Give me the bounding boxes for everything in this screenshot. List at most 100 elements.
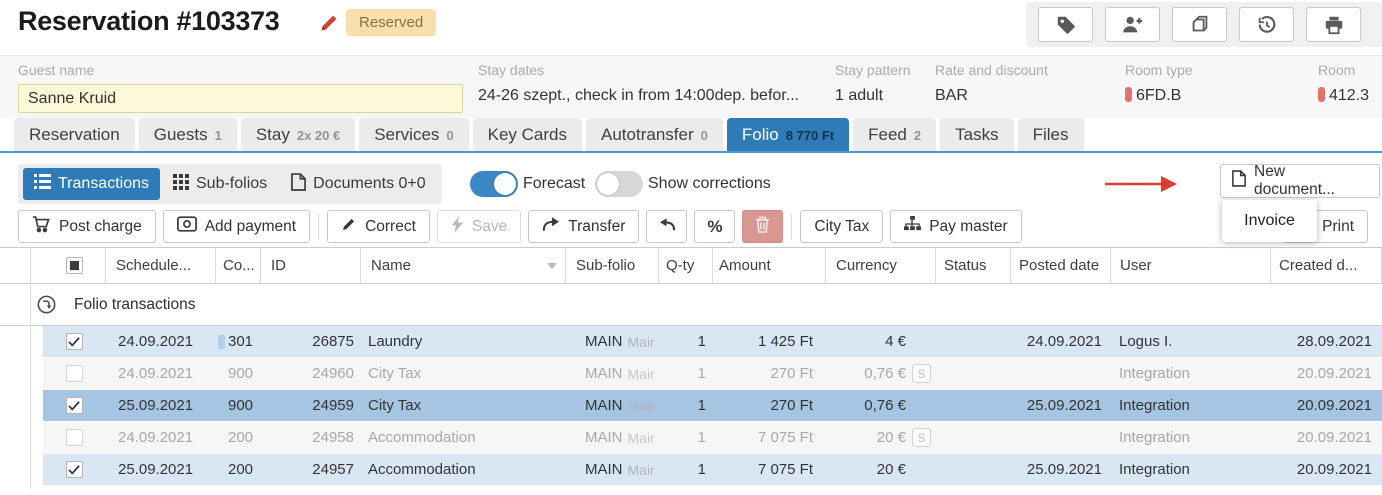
code-marker — [218, 335, 225, 349]
transfer-button[interactable]: Transfer — [528, 210, 639, 243]
cell-posted-date: 24.09.2021 — [1010, 326, 1110, 357]
tab-autotransfer[interactable]: Autotransfer0 — [586, 118, 723, 153]
room-field[interactable]: Room 412.3 — [1318, 62, 1369, 105]
cell-subfolio: MAINMair — [565, 454, 658, 485]
add-guest-button[interactable] — [1105, 7, 1160, 42]
table-row[interactable]: 24.09.2021 900 24960 City Tax MAINMair 1… — [0, 358, 1382, 390]
view-label: Documents 0+0 — [313, 175, 426, 193]
row-checkbox[interactable] — [66, 365, 83, 382]
active-tab-underline — [0, 151, 1382, 153]
column-header-status[interactable]: Status — [935, 248, 1010, 283]
cell-posted-date: 25.09.2021 — [1010, 390, 1110, 421]
row-checkbox[interactable] — [66, 397, 83, 414]
stay-dates-value: 24-26 szept., check in from 14:00dep. be… — [478, 87, 799, 105]
cart-icon — [32, 215, 51, 238]
column-header-amount[interactable]: Amount — [712, 248, 825, 283]
column-header-subfolio[interactable]: Sub-folio — [565, 248, 658, 283]
tab-files[interactable]: Files — [1018, 118, 1084, 153]
tab-guests[interactable]: Guests1 — [139, 118, 237, 153]
delete-button[interactable] — [742, 210, 783, 243]
table-row[interactable]: 25.09.2021 200 24957 Accommodation MAINM… — [0, 454, 1382, 486]
tag-icon — [1055, 14, 1077, 36]
stay-dates-field[interactable]: Stay dates 24-26 szept., check in from 1… — [478, 62, 799, 105]
guest-name-label: Guest name — [18, 62, 463, 78]
group-label: Folio transactions — [74, 296, 195, 314]
cell-schedule: 24.09.2021 — [105, 326, 215, 357]
tab-label: Reservation — [29, 125, 120, 145]
post-charge-button[interactable]: Post charge — [18, 210, 156, 243]
gutter-cell — [0, 248, 30, 283]
pay-master-button[interactable]: Pay master — [890, 210, 1021, 243]
column-header-id[interactable]: ID — [260, 248, 360, 283]
copy-button[interactable] — [1172, 7, 1227, 42]
tab-tasks[interactable]: Tasks — [940, 118, 1013, 153]
correct-button[interactable]: Correct — [327, 210, 430, 243]
tag-button[interactable] — [1038, 7, 1093, 42]
history-button[interactable] — [1239, 7, 1294, 42]
copy-icon — [1189, 14, 1211, 36]
forecast-toggle-label: Forecast — [523, 175, 585, 193]
cell-user: Logus I. — [1110, 326, 1270, 357]
tab-label: Tasks — [955, 125, 998, 145]
grid-icon — [173, 174, 189, 195]
edit-title-icon[interactable] — [318, 12, 340, 34]
tab-key-cards[interactable]: Key Cards — [473, 118, 582, 153]
tab-services[interactable]: Services0 — [359, 118, 468, 153]
cell-subfolio: MAINMair — [565, 390, 658, 421]
header-toolbar — [1026, 2, 1382, 47]
row-checkbox[interactable] — [66, 333, 83, 350]
view-subfolios-button[interactable]: Sub-folios — [162, 168, 278, 201]
table-row[interactable]: 24.09.2021 200 24958 Accommodation MAINM… — [0, 422, 1382, 454]
tab-feed[interactable]: Feed2 — [853, 118, 936, 153]
undo-button[interactable] — [646, 210, 687, 243]
column-header-schedule[interactable]: Schedule... — [105, 248, 215, 283]
column-header-code[interactable]: Co... — [215, 248, 260, 283]
stay-pattern-field[interactable]: Stay pattern 1 adult — [835, 62, 911, 105]
group-row-folio-transactions[interactable]: Folio transactions — [0, 284, 1382, 326]
table-row[interactable]: 25.09.2021 900 24959 City Tax MAINMair 1… — [0, 390, 1382, 422]
column-header-created-date[interactable]: Created d... — [1270, 248, 1382, 283]
collapse-group-icon[interactable] — [37, 295, 56, 314]
folio-view-switcher: Transactions Sub-folios Documents 0+0 — [18, 164, 442, 204]
print-header-button[interactable] — [1306, 7, 1361, 42]
cell-schedule: 24.09.2021 — [105, 422, 215, 453]
cell-currency: 0,76 € — [825, 390, 935, 421]
sort-arrow-icon[interactable] — [547, 263, 557, 269]
select-all-checkbox[interactable] — [66, 257, 83, 274]
tab-folio[interactable]: Folio8 770 Ft — [727, 118, 849, 153]
show-corrections-toggle[interactable] — [595, 171, 643, 197]
annotation-arrow-icon — [1103, 173, 1179, 200]
undo-icon — [658, 217, 676, 237]
guest-name-input[interactable] — [18, 84, 463, 113]
cell-created-date: 20.09.2021 — [1270, 454, 1382, 485]
room-type-label: Room type — [1125, 62, 1193, 78]
status-badge: Reserved — [346, 9, 436, 36]
rate-field[interactable]: Rate and discount BAR — [935, 62, 1048, 105]
row-checkbox[interactable] — [66, 429, 83, 446]
discount-percent-button[interactable]: % — [694, 210, 735, 243]
tab-stay[interactable]: Stay2x 20 € — [241, 118, 355, 153]
row-checkbox[interactable] — [66, 461, 83, 478]
cell-user: Integration — [1110, 390, 1270, 421]
menu-item-invoice[interactable]: Invoice — [1244, 212, 1295, 230]
add-payment-button[interactable]: Add payment — [163, 210, 310, 243]
forecast-toggle[interactable] — [470, 171, 518, 197]
view-transactions-button[interactable]: Transactions — [23, 168, 160, 200]
cell-created-date: 20.09.2021 — [1270, 358, 1382, 389]
save-button[interactable]: Save — [437, 210, 521, 243]
tab-reservation[interactable]: Reservation — [14, 118, 135, 153]
bolt-icon — [451, 216, 464, 238]
column-header-posted-date[interactable]: Posted date — [1010, 248, 1110, 283]
tab-label: Folio — [742, 125, 779, 145]
column-header-qty[interactable]: Q-ty — [658, 248, 712, 283]
table-row[interactable]: 24.09.2021 301 26875 Laundry MAINMair 1 … — [0, 326, 1382, 358]
column-header-currency[interactable]: Currency — [825, 248, 935, 283]
room-type-field[interactable]: Room type 6FD.B — [1125, 62, 1193, 105]
rate-value: BAR — [935, 87, 1048, 105]
view-documents-button[interactable]: Documents 0+0 — [280, 167, 437, 202]
column-header-user[interactable]: User — [1110, 248, 1270, 283]
column-header-name[interactable]: Name — [360, 248, 565, 283]
city-tax-button[interactable]: City Tax — [800, 210, 883, 243]
cell-name: Accommodation — [360, 454, 565, 485]
new-document-button[interactable]: New document... — [1220, 164, 1380, 198]
